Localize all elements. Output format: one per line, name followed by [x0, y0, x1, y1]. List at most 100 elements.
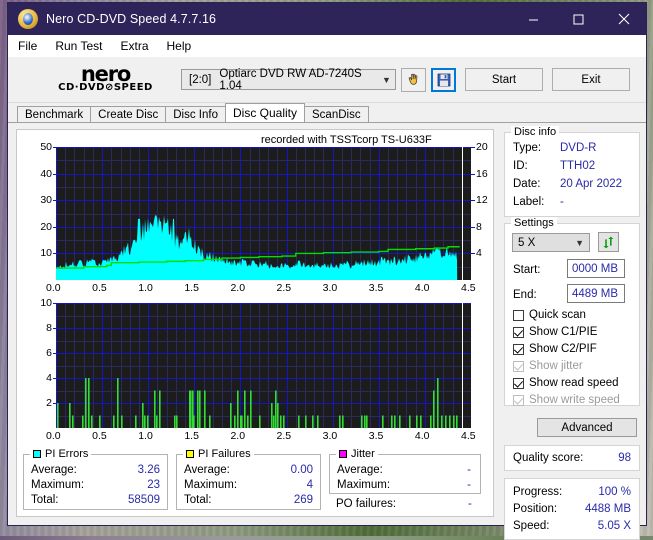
progress-label: Progress: [513, 486, 563, 498]
pi-failure-bar [230, 403, 232, 428]
jitter-maximum-value: - [467, 479, 471, 491]
pi-failure-bar [176, 415, 178, 428]
y2-tick-label: 20 [476, 141, 488, 153]
show-c1-pie-checkbox[interactable]: Show C1/PIE [513, 326, 597, 338]
pi-failure-bar [433, 390, 435, 428]
drive-index: [2:0] [189, 73, 212, 86]
exit-button[interactable]: Exit [552, 68, 630, 91]
tab-content-disc-quality: recorded with TSSTcorp TS-U633F 0.0 0.5 1.… [8, 122, 646, 540]
speed-select[interactable]: 5 X ▼ [512, 233, 590, 252]
tab-disc-info[interactable]: Disc Info [165, 106, 226, 122]
pi-failure-bar [445, 415, 447, 428]
disc-id-label: ID: [513, 160, 528, 172]
pi-failure-bar [259, 415, 261, 428]
quick-scan-checkbox[interactable]: Quick scan [513, 309, 586, 321]
chevron-down-icon[interactable]: ▼ [378, 75, 395, 85]
drive-select[interactable]: [2:0] Optiarc DVD RW AD-7240S 1.04 ▼ [181, 68, 396, 92]
menu-bar: File Run Test Extra Help [8, 35, 646, 57]
pi-failure-bar [361, 415, 363, 428]
progress-value: 100 % [598, 486, 631, 498]
position-label: Position: [513, 503, 558, 515]
nero-cd-dvd-speed-window: Nero CD-DVD Speed 4.7.7.16 File Run Test… [7, 2, 647, 540]
pi-failure-bar [174, 415, 176, 428]
tab-scandisc[interactable]: ScanDisc [304, 106, 369, 122]
window-title: Nero CD-DVD Speed 4.7.7.16 [46, 12, 217, 26]
y2-tick-label: 16 [476, 167, 488, 180]
pi-failure-bar [382, 415, 384, 428]
pi-failure-bar [399, 415, 401, 428]
show-read-speed-label: Show read speed [529, 377, 619, 389]
disc-date-value: 20 Apr 2022 [560, 178, 623, 190]
y-tick-mark [53, 353, 56, 354]
pi-failure-bar [204, 390, 206, 428]
close-icon[interactable] [601, 3, 646, 35]
y-tick-label: 20 [40, 220, 52, 233]
maximize-icon[interactable] [556, 3, 601, 35]
pi-failure-bar [277, 403, 279, 428]
pi-failure-bar [241, 415, 243, 428]
pi-failure-bar [273, 415, 275, 428]
pi-failures-maximum-label: Maximum: [184, 479, 238, 491]
pi-failure-bar [82, 415, 84, 428]
charts-panel: recorded with TSSTcorp TS-U633F 0.0 0.5 1.… [16, 129, 494, 517]
pi-errors-average-value: 3.26 [137, 464, 160, 476]
menu-item-file[interactable]: File [18, 39, 37, 53]
pi-failure-bar [247, 415, 249, 428]
y-tick-label: 40 [40, 167, 52, 180]
pi-failure-bar [117, 378, 119, 428]
disc-label-label: Label: [513, 196, 545, 208]
y-tick-mark [53, 226, 56, 228]
pi-failure-bar [437, 378, 439, 428]
pi-failure-bar [69, 403, 71, 428]
menu-item-help[interactable]: Help [167, 39, 192, 53]
pi-failure-bar [190, 390, 192, 428]
pi-failures-stats-box: PI Failures Average: 0.00 Maximum: 4 Tot… [176, 448, 321, 510]
refresh-arrows-icon[interactable] [598, 232, 619, 252]
show-read-speed-checkbox[interactable]: Show read speed [513, 377, 619, 389]
pi-failure-bar [72, 415, 74, 428]
pi-failure-bar [57, 403, 59, 428]
chevron-down-icon[interactable]: ▼ [575, 238, 584, 248]
pi-failure-bar [85, 378, 87, 428]
eject-hand-icon[interactable] [401, 67, 426, 92]
y-tick-mark [53, 200, 56, 202]
y-tick-mark [53, 403, 56, 404]
speed-select-value: 5 X [518, 236, 536, 249]
pi-failure-bar [244, 390, 246, 428]
pi-failure-bar [193, 415, 195, 428]
pi-failure-bar [99, 415, 101, 428]
tab-benchmark[interactable]: Benchmark [17, 106, 92, 122]
minimize-icon[interactable] [511, 3, 556, 35]
start-button[interactable]: Start [465, 68, 543, 91]
pi-failure-bar [409, 415, 411, 428]
settings-group: Settings 5 X ▼ Start: 0000 MB End: 4489 … [504, 217, 640, 406]
x-tick-label: 1.5 [184, 430, 199, 442]
advanced-button[interactable]: Advanced [537, 418, 637, 437]
plot2-series [57, 378, 458, 428]
pi-failures-average-value: 0.00 [290, 464, 313, 476]
toolbar: nero CD·DVD⊘SPEED [2:0] Optiarc DVD RW A… [8, 57, 646, 103]
pi-failures-average-label: Average: [184, 464, 230, 476]
pi-failure-bar [416, 415, 418, 428]
tab-disc-quality[interactable]: Disc Quality [225, 103, 306, 122]
disc-date-label: Date: [513, 178, 541, 190]
floppy-save-icon[interactable] [431, 67, 456, 92]
menu-item-extra[interactable]: Extra [120, 39, 148, 53]
y2-tick-mark [471, 253, 475, 255]
pi-failure-bar [121, 415, 123, 428]
x-tick-label: 4.0 [414, 430, 430, 442]
checkbox-box [513, 360, 524, 372]
end-mb-input[interactable]: 4489 MB [567, 284, 625, 303]
show-c2-pif-checkbox[interactable]: Show C2/PIF [513, 343, 597, 355]
quality-score-label: Quality score: [513, 452, 584, 464]
start-mb-input[interactable]: 0000 MB [567, 259, 625, 278]
menu-item-run-test[interactable]: Run Test [55, 39, 102, 53]
speed-label: Speed: [513, 520, 550, 532]
pi-failure-bar [298, 415, 300, 428]
y-tick-label: 10 [40, 297, 52, 309]
x-tick-label: 2.5 [276, 282, 292, 294]
tab-create-disc[interactable]: Create Disc [90, 106, 167, 122]
progress-group: Progress: 100 % Position: 4488 MB Speed:… [504, 478, 640, 540]
x-tick-label: 2.0 [230, 430, 246, 442]
show-jitter-checkbox: Show jitter [513, 360, 583, 372]
